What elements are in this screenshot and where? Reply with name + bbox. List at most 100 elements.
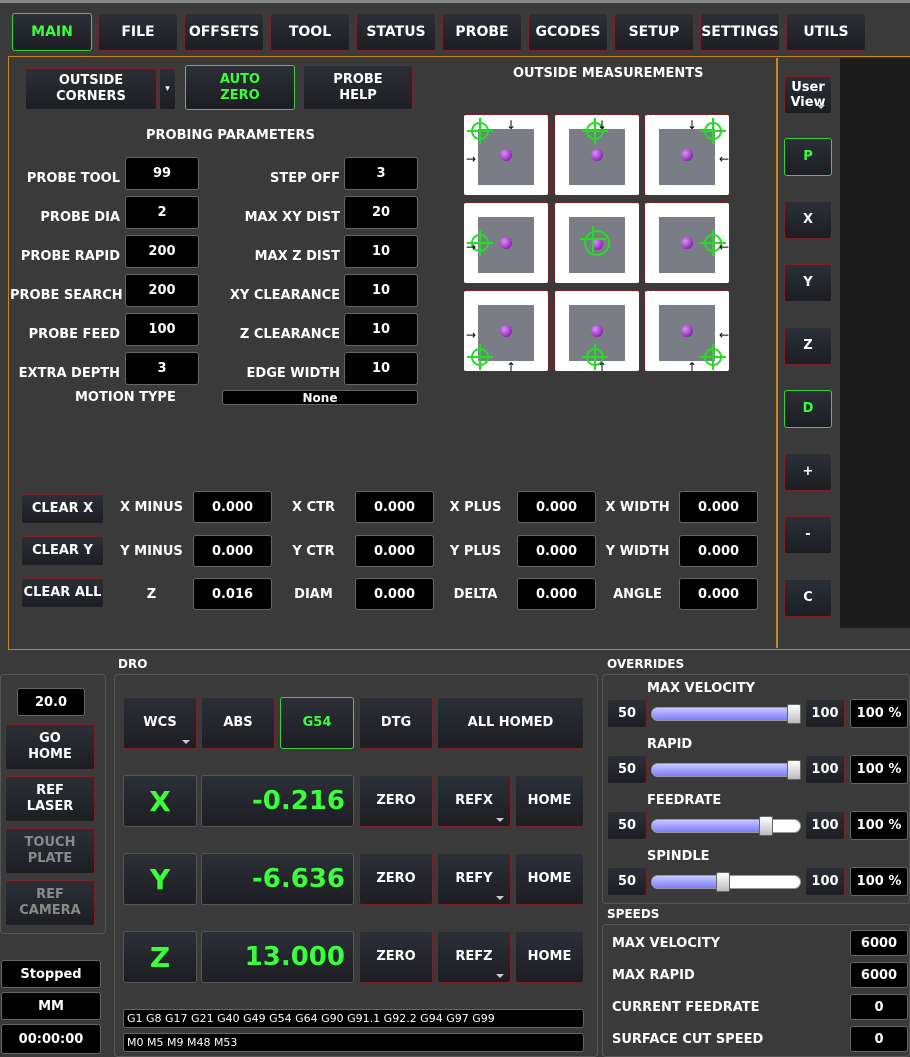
clear-all-button[interactable]: CLEAR ALL <box>21 578 104 608</box>
probe-mode-dropdown-button[interactable]: ▾ <box>159 68 176 110</box>
slider-handle[interactable] <box>758 816 773 836</box>
go-home-button[interactable]: GO HOME <box>5 724 95 770</box>
tab-file[interactable]: FILE <box>98 13 178 51</box>
view-button-x[interactable]: X <box>784 201 832 239</box>
crosshair-target-icon <box>580 226 610 256</box>
override-max-button[interactable]: 100 <box>805 755 845 784</box>
probe-position-button[interactable]: ← <box>644 202 730 284</box>
slider-handle[interactable] <box>716 872 730 892</box>
view-button-zoom-out[interactable]: - <box>784 516 832 554</box>
wcs-button[interactable]: WCS <box>123 697 197 749</box>
clear-x-button[interactable]: CLEAR X <box>21 494 104 524</box>
zero-x-button[interactable]: ZERO <box>359 775 433 827</box>
probe-param-field[interactable]: 200 <box>125 235 199 268</box>
override-min-button[interactable]: 50 <box>607 755 647 784</box>
probe-param-field[interactable]: 10 <box>344 313 418 346</box>
speed-value: 0 <box>850 1026 908 1052</box>
tab-tool[interactable]: TOOL <box>270 13 350 51</box>
view-button-c[interactable]: C <box>784 579 832 617</box>
probe-param-field[interactable]: 100 <box>125 313 199 346</box>
ref-x-button[interactable]: REFX <box>437 775 511 827</box>
user-view-button[interactable]: User View <box>784 76 832 114</box>
probe-direction-arrow-icon: ← <box>719 152 730 166</box>
probe-mode-select[interactable]: OUTSIDE CORNERS <box>25 68 157 110</box>
view-button-d[interactable]: D <box>784 390 832 428</box>
probe-position-button[interactable]: → ↑ <box>463 290 549 373</box>
probe-param-field[interactable]: 20 <box>344 196 418 229</box>
probe-position-button[interactable]: ↓ <box>554 114 640 196</box>
probe-param-field[interactable]: 10 <box>344 235 418 268</box>
probe-position-button[interactable] <box>554 202 640 284</box>
override-max-button[interactable]: 100 <box>805 811 845 840</box>
probe-param-field[interactable]: 10 <box>344 274 418 307</box>
probe-direction-arrow-icon: → <box>466 152 477 166</box>
dtg-button[interactable]: DTG <box>359 697 433 749</box>
override-slider[interactable] <box>651 707 801 721</box>
tab-status[interactable]: STATUS <box>356 13 436 51</box>
tab-gcodes[interactable]: GCODES <box>528 13 608 51</box>
probe-param-field[interactable]: 99 <box>125 157 199 190</box>
result-field: 0.000 <box>193 535 272 567</box>
tab-probe[interactable]: PROBE <box>442 13 522 51</box>
axis-position-y: -6.636 <box>201 853 354 905</box>
view-frame-divider <box>776 58 778 648</box>
probe-ball-icon <box>681 325 693 337</box>
probe-help-button[interactable]: PROBE HELP <box>303 65 413 110</box>
tab-offsets[interactable]: OFFSETS <box>184 13 264 51</box>
motion-type-select[interactable]: None <box>222 390 418 405</box>
slider-handle[interactable] <box>787 760 801 780</box>
slider-handle[interactable] <box>787 704 801 724</box>
abs-button[interactable]: ABS <box>201 697 275 749</box>
ref-camera-button[interactable]: REF CAMERA <box>5 880 95 926</box>
all-homed-status: ALL HOMED <box>437 697 584 749</box>
override-label: MAX VELOCITY <box>647 681 756 696</box>
probe-direction-arrow-icon: ↑ <box>687 360 698 374</box>
jog-value-field[interactable]: 20.0 <box>17 688 85 716</box>
touch-plate-button[interactable]: TOUCH PLATE <box>5 828 95 874</box>
app-window: MAIN FILE OFFSETS TOOL STATUS PROBE GCOD… <box>0 0 910 1057</box>
speed-value: 6000 <box>850 930 908 956</box>
probe-param-field[interactable]: 3 <box>344 157 418 190</box>
auto-zero-button[interactable]: AUTO ZERO <box>185 65 295 110</box>
ref-y-button[interactable]: REFY <box>437 853 511 905</box>
override-min-button[interactable]: 50 <box>607 867 647 896</box>
override-max-button[interactable]: 100 <box>805 867 845 896</box>
probe-param-field[interactable]: 200 <box>125 274 199 307</box>
zero-z-button[interactable]: ZERO <box>359 931 433 983</box>
probe-position-button[interactable]: ↑ <box>554 290 640 373</box>
probe-position-button[interactable]: ↓ → <box>463 114 549 196</box>
probe-ball-icon <box>681 149 693 161</box>
override-slider[interactable] <box>651 763 801 777</box>
override-slider[interactable] <box>651 819 801 833</box>
view-button-zoom-in[interactable]: + <box>784 453 832 491</box>
speed-label: SURFACE CUT SPEED <box>612 1032 764 1047</box>
result-label: ANGLE <box>613 587 662 602</box>
axis-position-z: 13.000 <box>201 931 354 983</box>
probe-param-field[interactable]: 3 <box>125 352 199 385</box>
tab-bar: MAIN FILE OFFSETS TOOL STATUS PROBE GCOD… <box>0 0 910 56</box>
probe-position-button[interactable]: ← ↑ <box>644 290 730 374</box>
override-min-button[interactable]: 50 <box>607 811 647 840</box>
view-button-z[interactable]: Z <box>784 327 832 365</box>
probe-param-field[interactable]: 10 <box>344 352 418 385</box>
zero-y-button[interactable]: ZERO <box>359 853 433 905</box>
home-x-button[interactable]: HOME <box>515 775 584 827</box>
override-min-button[interactable]: 50 <box>607 699 647 728</box>
g54-button[interactable]: G54 <box>280 697 354 749</box>
ref-laser-button[interactable]: REF LASER <box>5 776 95 822</box>
tab-setup[interactable]: SETUP <box>614 13 694 51</box>
override-max-button[interactable]: 100 <box>805 699 845 728</box>
view-button-y[interactable]: Y <box>784 264 832 302</box>
probe-param-field[interactable]: 2 <box>125 196 199 229</box>
view-button-p[interactable]: P <box>784 138 832 176</box>
tab-main[interactable]: MAIN <box>12 13 92 51</box>
home-y-button[interactable]: HOME <box>515 853 584 905</box>
home-z-button[interactable]: HOME <box>515 931 584 983</box>
tab-settings[interactable]: SETTINGS <box>700 13 780 51</box>
result-field: 0.000 <box>679 535 758 567</box>
tab-utils[interactable]: UTILS <box>786 13 866 51</box>
ref-z-button[interactable]: REFZ <box>437 931 511 983</box>
probe-position-button[interactable]: ↓ ← <box>644 114 730 196</box>
clear-y-button[interactable]: CLEAR Y <box>21 536 104 566</box>
probe-position-button[interactable]: → <box>463 202 549 284</box>
